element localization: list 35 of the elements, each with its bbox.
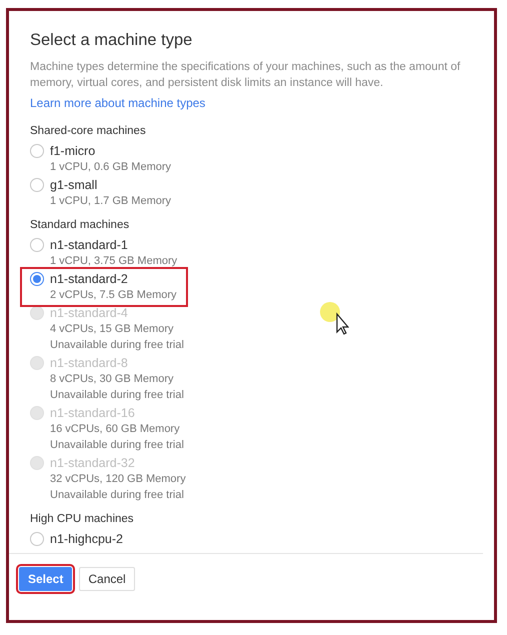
radio-button[interactable] [30,178,44,192]
section-heading: Shared-core machines [30,124,147,139]
availability-note: Unavailable during free trial [50,488,185,503]
learn-more-link[interactable]: Learn more about machine types [30,96,206,110]
machine-specs: 1 vCPU, 1.7 GB Memory [50,194,172,209]
availability-note: Unavailable during free trial [50,388,184,403]
machine-specs: 16 vCPUs, 60 GB Memory [50,422,181,437]
machine-name: n1-highcpu-2 [50,531,123,547]
machine-specs: 8 vCPUs, 30 GB Memory [50,372,174,387]
section-heading: Standard machines [30,218,130,233]
machine-specs: 2 vCPUs, 7.5 GB Memory [50,288,177,303]
machine-specs: 32 vCPUs, 120 GB Memory [50,472,186,487]
machine-specs: 1 vCPU, 0.6 GB Memory [50,160,172,175]
machine-specs: 4 vCPUs, 15 GB Memory [50,322,174,337]
cursor-icon [319,301,349,335]
availability-note: Unavailable during free trial [50,338,184,353]
radio-button[interactable] [30,272,44,286]
machine-name: n1-standard-1 [50,237,129,253]
machine-name: n1-standard-4 [50,305,129,321]
availability-note: Unavailable during free trial [50,438,184,453]
section-heading: High CPU machines [30,512,135,527]
machine-name: n1-standard-16 [50,405,136,421]
radio-button[interactable] [30,238,44,252]
machine-name: n1-standard-32 [50,455,136,471]
machine-name: n1-standard-8 [50,355,129,371]
cancel-button[interactable]: Cancel [79,567,135,591]
machine-name: g1-small [50,177,98,193]
select-button[interactable]: Select [19,567,72,591]
radio-button[interactable] [30,144,44,158]
machine-name: f1-micro [50,143,96,159]
dialog-title: Select a machine type [30,30,194,51]
radio-button[interactable] [30,532,44,546]
machine-name: n1-standard-2 [50,271,129,287]
description-text: Machine types determine the specifications of your machines, such as the amount of memory, virtual cores, and persistent disk limits an instance will have. [30,60,462,91]
machine-specs: 1 vCPU, 3.75 GB Memory [50,254,178,269]
